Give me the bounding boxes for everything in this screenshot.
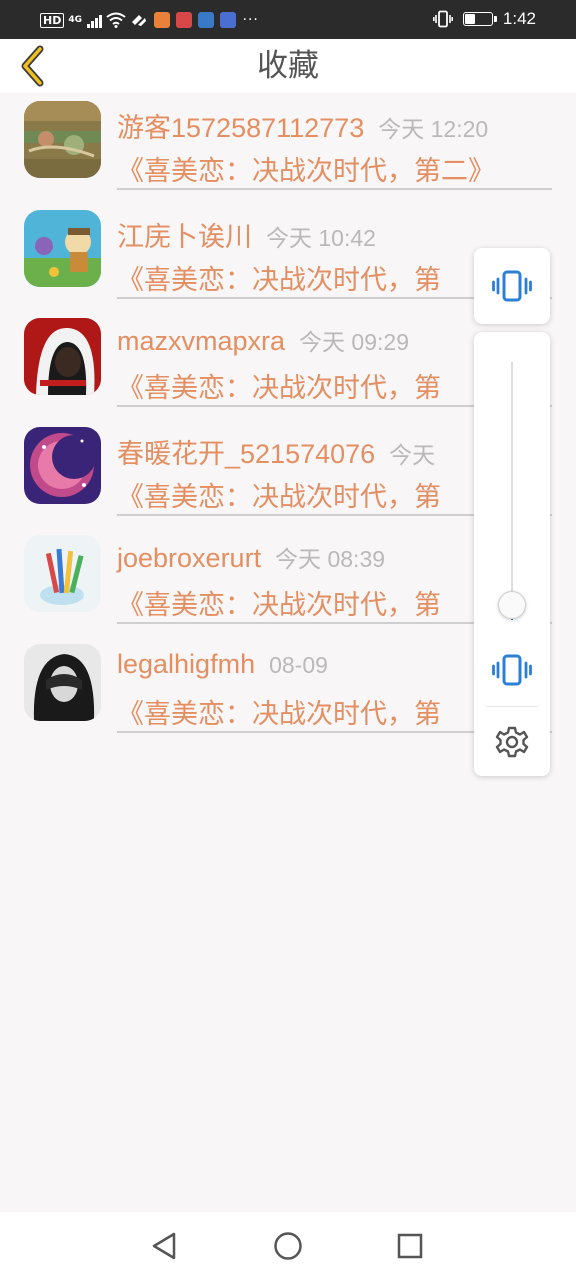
user-name: 江庑卜诶川 — [117, 221, 252, 252]
favorite-content: 《喜美恋：决战次时代，第二》 — [117, 156, 495, 186]
timestamp: 08-09 — [269, 651, 328, 678]
volume-slider[interactable] — [511, 362, 513, 620]
timestamp: 今天 — [389, 441, 436, 468]
system-navigation-bar — [0, 1212, 576, 1280]
avatar[interactable] — [24, 535, 101, 612]
status-right-group: 1:42 — [432, 8, 536, 30]
timestamp: 今天 08:39 — [275, 546, 386, 572]
vibrate-toggle-button[interactable] — [474, 248, 550, 324]
app-header: 收藏 — [0, 39, 576, 93]
timestamp: 今天 12:20 — [378, 116, 489, 142]
nav-back-button[interactable] — [144, 1226, 184, 1266]
avatar[interactable] — [24, 426, 101, 504]
gear-icon — [495, 726, 529, 758]
app-notification-icon — [219, 12, 236, 28]
avatar[interactable] — [24, 643, 101, 721]
app-notification-icon — [153, 12, 170, 28]
user-name: joebroxerurt — [117, 543, 262, 573]
favorite-item[interactable]: 游客1572587112773 今天 12:20 《喜美恋：决战次时代，第二》 — [0, 93, 576, 202]
hd-badge: HD — [40, 12, 65, 28]
avatar[interactable] — [24, 101, 101, 178]
more-notifications-icon: ··· — [242, 12, 259, 28]
signal-icon — [87, 13, 102, 28]
app-notification-icon — [175, 12, 192, 28]
status-left-group: HD 4G ··· — [40, 10, 259, 30]
triangle-back-icon — [152, 1232, 176, 1260]
square-recents-icon — [397, 1233, 423, 1259]
wifi-icon — [105, 12, 126, 28]
user-name: 游客1572587112773 — [117, 113, 365, 143]
battery-icon — [462, 12, 497, 26]
status-bar: HD 4G ··· 1:42 — [0, 0, 576, 39]
avatar[interactable] — [24, 318, 101, 395]
data-transfer-icon — [131, 15, 146, 26]
screen: HD 4G ··· 1:42 收藏 游客1572587112773 今天 12:… — [0, 0, 576, 1280]
app-notification-icon — [197, 12, 214, 28]
user-name: mazxvmapxra — [117, 326, 286, 356]
vibrate-icon — [492, 270, 532, 302]
vibrate-mode-icon — [432, 10, 453, 28]
circle-home-icon — [274, 1232, 302, 1260]
ringer-mode-button[interactable] — [490, 650, 534, 690]
divider — [486, 706, 538, 707]
divider — [117, 188, 552, 190]
timestamp: 今天 09:29 — [299, 329, 409, 355]
vibrate-icon — [492, 654, 532, 686]
volume-thumb[interactable] — [498, 590, 526, 619]
user-name: 春暖花开_521574076 — [117, 438, 376, 469]
nav-recents-button[interactable] — [390, 1226, 430, 1266]
user-name: legalhigfmh — [117, 648, 256, 679]
timestamp: 今天 10:42 — [266, 224, 376, 251]
avatar[interactable] — [24, 209, 101, 287]
clock: 1:42 — [502, 9, 536, 28]
sound-settings-button[interactable] — [492, 722, 532, 762]
volume-panel — [474, 332, 550, 776]
page-title: 收藏 — [257, 48, 319, 84]
network-type: 4G — [68, 15, 82, 25]
nav-home-button[interactable] — [268, 1226, 308, 1266]
